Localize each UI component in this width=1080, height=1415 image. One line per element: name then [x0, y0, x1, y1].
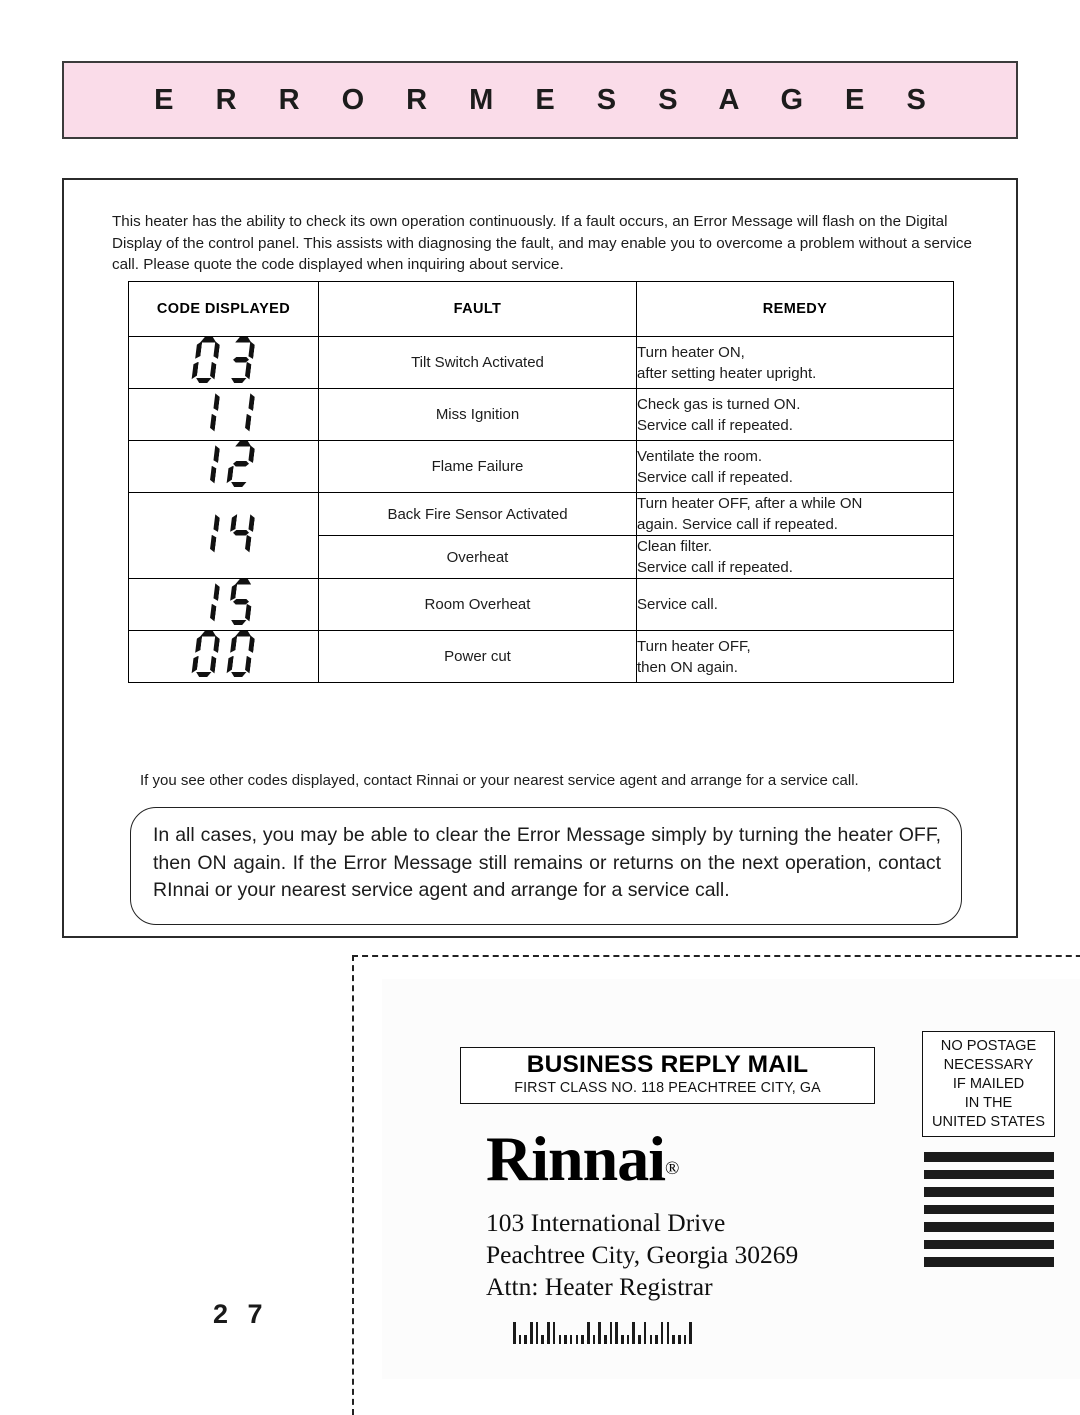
address-line-3: Attn: Heater Registrar — [486, 1272, 713, 1301]
address-line-2: Peachtree City, Georgia 30269 — [486, 1240, 799, 1269]
fault-description: Overheat — [318, 535, 637, 579]
remedy-line: Turn heater OFF, — [637, 637, 751, 655]
postage-line-5: UNITED STATES — [932, 1114, 1045, 1130]
remedy-line: Service call if repeated. — [637, 559, 793, 576]
brm-title: BUSINESS REPLY MAIL — [526, 1051, 809, 1078]
address-line-1: 103 International Drive — [486, 1208, 726, 1237]
business-reply-mail-box: BUSINESS REPLY MAIL FIRST CLASS NO. 118 … — [460, 1047, 875, 1104]
remedy-description: Turn heater OFF, after a while ON again.… — [636, 492, 954, 536]
fault-description: Tilt Switch Activated — [318, 336, 637, 389]
postage-line-4: IN THE — [964, 1095, 1013, 1111]
table-row: Back Fire Sensor Activated Turn heater O… — [128, 492, 954, 579]
lcd-digit — [225, 337, 257, 383]
error-code-display — [128, 440, 319, 493]
lcd-digit — [190, 337, 222, 383]
postage-line-3: IF MAILED — [952, 1076, 1025, 1092]
table-row: Power cut Turn heater OFF, then ON again… — [128, 630, 954, 683]
lcd-digits — [193, 631, 254, 677]
error-code-display — [128, 492, 319, 579]
page-number: 2 7 — [213, 1299, 269, 1329]
table-row: Miss Ignition Check gas is turned ON. Se… — [128, 388, 954, 441]
other-codes-note: If you see other codes displayed, contac… — [140, 772, 859, 789]
lcd-digits — [193, 389, 254, 435]
lcd-digits — [193, 441, 254, 487]
clear-error-callout: In all cases, you may be able to clear t… — [130, 807, 962, 925]
return-address: 103 International Drive Peachtree City, … — [486, 1207, 798, 1303]
rinnai-logo: Rinnai® — [486, 1127, 679, 1191]
column-header-fault: FAULT — [318, 281, 637, 337]
column-header-code: CODE DISPLAYED — [128, 281, 319, 337]
business-reply-mail-card: BUSINESS REPLY MAIL FIRST CLASS NO. 118 … — [352, 955, 1080, 1415]
remedy-line: Service call. — [637, 596, 718, 613]
lcd-digit — [225, 389, 257, 435]
remedy-line: Ventilate the room. — [637, 447, 763, 465]
lcd-digits — [193, 579, 254, 625]
error-code-display — [128, 336, 319, 389]
remedy-line: Service call if repeated. — [637, 468, 793, 486]
remedy-description: Clean filter. Service call if repeated. — [636, 535, 954, 579]
error-messages-banner: E R R O R M E S S A G E S — [62, 61, 1018, 139]
lcd-digit — [225, 631, 257, 677]
remedy-description: Check gas is turned ON. Service call if … — [636, 388, 954, 441]
no-postage-necessary-box: NO POSTAGE NECESSARY IF MAILED IN THE UN… — [922, 1031, 1055, 1137]
lcd-digit — [190, 631, 222, 677]
fault-description: Back Fire Sensor Activated — [318, 492, 637, 536]
remedy-description: Turn heater OFF, then ON again. — [636, 630, 954, 683]
error-code-table: CODE DISPLAYED FAULT REMEDY Tilt Switch … — [128, 281, 954, 683]
remedy-description: Service call. — [636, 578, 954, 631]
intro-paragraph: This heater has the ability to check its… — [112, 213, 972, 274]
callout-text: In all cases, you may be able to clear t… — [153, 824, 941, 901]
lcd-digits — [193, 337, 254, 383]
table-header-row: CODE DISPLAYED FAULT REMEDY — [128, 281, 954, 337]
remedy-line: after setting heater upright. — [637, 364, 817, 382]
lcd-digit — [225, 510, 257, 556]
column-header-remedy: REMEDY — [636, 281, 954, 337]
error-code-display — [128, 388, 319, 441]
facing-identification-bars-icon — [924, 1152, 1054, 1275]
remedy-line: again. Service call if repeated. — [637, 516, 838, 533]
page-title: E R R O R M E S S A G E S — [154, 83, 943, 116]
lcd-digits — [193, 510, 254, 556]
fault-description: Power cut — [318, 630, 637, 683]
table-row: Tilt Switch Activated Turn heater ON, af… — [128, 336, 954, 389]
fault-description: Room Overheat — [318, 578, 637, 631]
remedy-line: Clean filter. — [637, 538, 713, 555]
lcd-digit — [225, 441, 257, 487]
rinnai-wordmark: Rinnai — [486, 1123, 666, 1194]
error-code-display — [128, 578, 319, 631]
lcd-digit — [190, 441, 222, 487]
remedy-description: Turn heater ON, after setting heater upr… — [636, 336, 954, 389]
remedy-description: Ventilate the room. Service call if repe… — [636, 440, 954, 493]
error-code-display — [128, 630, 319, 683]
postage-line-2: NECESSARY — [943, 1057, 1034, 1073]
lcd-digit — [190, 510, 222, 556]
table-row: Room Overheat Service call. — [128, 578, 954, 631]
postage-line-1: NO POSTAGE — [940, 1038, 1037, 1054]
brm-subtitle: FIRST CLASS NO. 118 PEACHTREE CITY, GA — [514, 1080, 821, 1096]
main-content-box: This heater has the ability to check its… — [62, 178, 1018, 938]
remedy-line: Service call if repeated. — [637, 416, 793, 434]
lcd-digit — [225, 579, 257, 625]
remedy-line: Check gas is turned ON. — [637, 395, 801, 413]
lcd-digit — [190, 389, 222, 435]
fault-description: Flame Failure — [318, 440, 637, 493]
remedy-line: Turn heater OFF, after a while ON — [637, 495, 863, 512]
table-row: Flame Failure Ventilate the room. Servic… — [128, 440, 954, 493]
registered-trademark-icon: ® — [664, 1158, 680, 1179]
reply-card-face: BUSINESS REPLY MAIL FIRST CLASS NO. 118 … — [382, 979, 1080, 1379]
fault-description: Miss Ignition — [318, 388, 637, 441]
remedy-line: then ON again. — [637, 658, 738, 676]
remedy-line: Turn heater ON, — [637, 343, 745, 361]
lcd-digit — [190, 579, 222, 625]
postnet-barcode-icon — [513, 1320, 692, 1344]
